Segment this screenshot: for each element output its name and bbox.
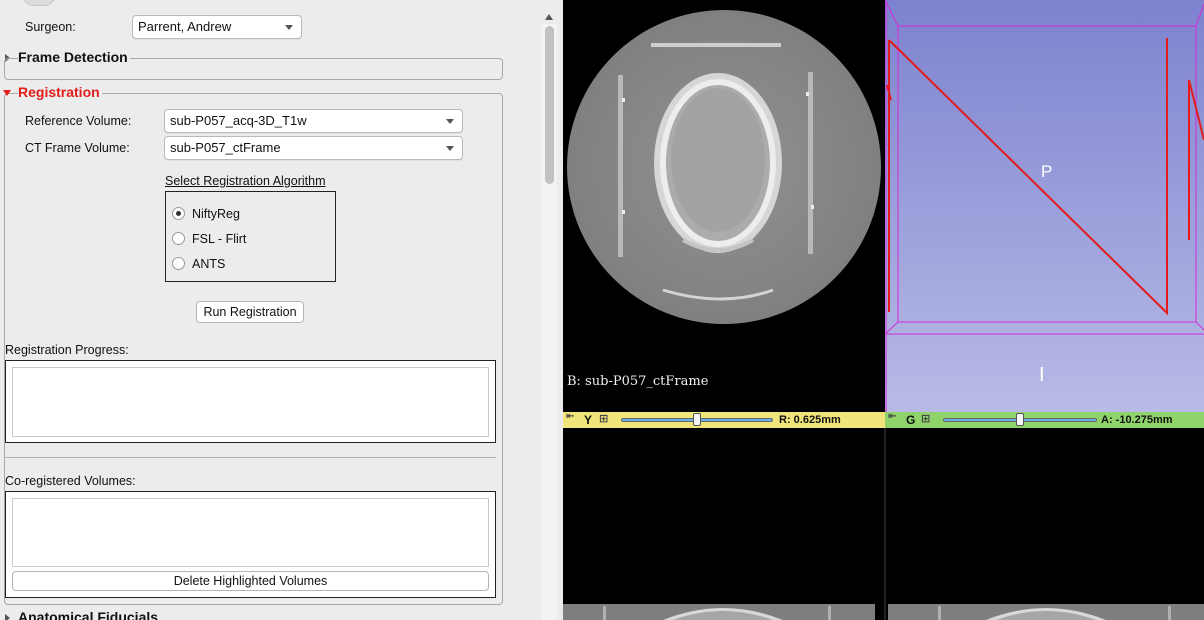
- slice-viewers: B: sub-P057_ctFrame ⇤ Y ⊞ R: 0.625mm P I: [563, 0, 1204, 620]
- anatomical-fiducials-title[interactable]: Anatomical Fiducials: [18, 609, 158, 620]
- radio-selected-dot: [176, 211, 181, 216]
- registration-progress-text[interactable]: [12, 367, 489, 437]
- chevron-down-icon: [285, 25, 293, 30]
- scrollbar-up-arrow[interactable]: [545, 14, 553, 20]
- radio-fsl-flirt[interactable]: [172, 232, 185, 245]
- reference-volume-label: Reference Volume:: [25, 114, 132, 128]
- green-slice-slider-knob[interactable]: [1016, 413, 1024, 426]
- green-slice-controller: ⇤ G ⊞ A: -10.275mm: [885, 411, 1204, 428]
- yellow-slice-controller: ⇤ Y ⊞ R: 0.625mm: [563, 411, 885, 428]
- green-slice-offset: A: -10.275mm: [1101, 414, 1173, 426]
- frame-detection-title[interactable]: Frame Detection: [18, 49, 130, 65]
- green-view-letter: G: [906, 413, 916, 427]
- ct-axial-image: [567, 10, 881, 324]
- surgeon-combobox[interactable]: Parrent, Andrew: [132, 15, 302, 39]
- bottom-right-view[interactable]: [886, 428, 1204, 620]
- expand-arrow-icon[interactable]: [3, 90, 11, 96]
- bottom-left-view[interactable]: [563, 428, 884, 620]
- yellow-slice-offset: R: 0.625mm: [779, 414, 841, 426]
- yellow-slice-slider-knob[interactable]: [693, 413, 701, 426]
- collapse-arrow-icon[interactable]: [5, 614, 10, 620]
- pin-icon[interactable]: ⇤: [566, 411, 574, 422]
- radio-ants-label[interactable]: ANTS: [192, 257, 225, 271]
- registration-progress-label: Registration Progress:: [5, 343, 129, 357]
- threed-marker: I: [1039, 364, 1045, 386]
- section-divider: [5, 457, 496, 458]
- module-panel: Surgeon: Parrent, Andrew Frame Detection…: [0, 0, 563, 620]
- cutoff-widget: [22, 0, 56, 6]
- radio-ants[interactable]: [172, 257, 185, 270]
- radio-niftyreg[interactable]: [172, 207, 185, 220]
- pin-icon[interactable]: ⇤: [888, 411, 896, 422]
- surgeon-label: Surgeon:: [25, 20, 76, 34]
- surgeon-value: Parrent, Andrew: [138, 19, 232, 34]
- radio-fsl-flirt-label[interactable]: FSL - Flirt: [192, 232, 246, 246]
- reference-volume-combobox[interactable]: sub-P057_acq-3D_T1w: [164, 109, 463, 133]
- link-icon[interactable]: ⊞: [921, 412, 930, 425]
- coregistered-volumes-list[interactable]: [12, 498, 489, 567]
- reference-volume-value: sub-P057_acq-3D_T1w: [170, 113, 307, 128]
- ct-frame-volume-value: sub-P057_ctFrame: [170, 140, 281, 155]
- bottom-right-image: [888, 604, 1204, 620]
- link-icon[interactable]: ⊞: [599, 412, 608, 425]
- threed-view[interactable]: P I: [884, 0, 1204, 412]
- radio-niftyreg-label[interactable]: NiftyReg: [192, 207, 240, 221]
- roi-box-render: [884, 0, 1204, 412]
- algorithm-group-title: Select Registration Algorithm: [165, 174, 326, 188]
- run-registration-button[interactable]: Run Registration: [196, 301, 304, 323]
- coregistered-volumes-label: Co-registered Volumes:: [5, 474, 136, 488]
- registration-title[interactable]: Registration: [18, 84, 102, 100]
- ct-frame-volume-combobox[interactable]: sub-P057_ctFrame: [164, 136, 463, 160]
- yellow-slice-view[interactable]: B: sub-P057_ctFrame: [563, 0, 885, 412]
- threed-orientation-label: P: [1041, 162, 1053, 181]
- scrollbar-thumb[interactable]: [545, 26, 554, 184]
- yellow-view-letter: Y: [584, 413, 593, 427]
- chevron-down-icon: [446, 119, 454, 124]
- chevron-down-icon: [446, 146, 454, 151]
- delete-highlighted-volumes-button[interactable]: Delete Highlighted Volumes: [12, 571, 489, 591]
- bottom-left-image: [563, 604, 875, 620]
- yellow-volume-label: B: sub-P057_ctFrame: [567, 374, 709, 389]
- ct-frame-volume-label: CT Frame Volume:: [25, 141, 130, 155]
- algorithm-radio-group: [165, 191, 336, 282]
